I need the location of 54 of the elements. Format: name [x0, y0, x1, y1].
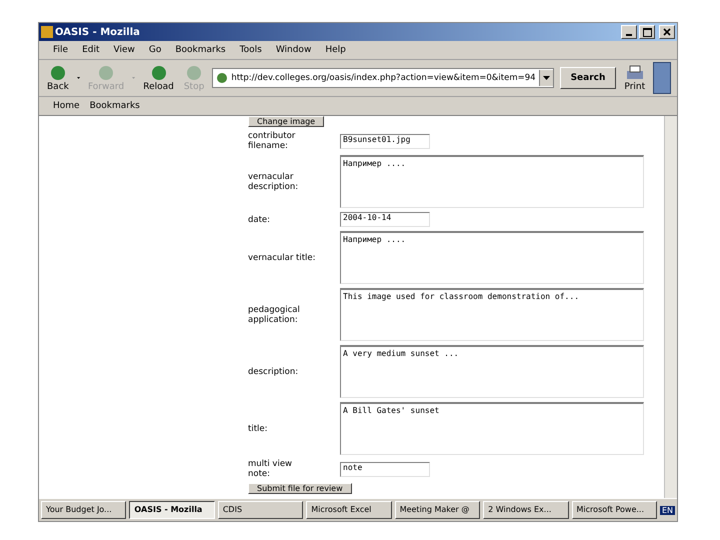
- taskbar-button[interactable]: Microsoft Powe...: [572, 501, 657, 519]
- scrollbar[interactable]: [664, 116, 677, 498]
- text-field[interactable]: note: [340, 462, 430, 476]
- page-icon: [216, 72, 228, 84]
- taskbar-button[interactable]: Meeting Maker @: [394, 501, 480, 519]
- close-icon: [663, 28, 671, 36]
- field-label: multi view note:: [248, 459, 293, 479]
- language-indicator[interactable]: EN: [660, 506, 675, 514]
- toolbar-button[interactable]: Reload: [141, 64, 176, 92]
- text-field[interactable]: B9sunset01.jpg: [340, 134, 430, 148]
- dropdown-button[interactable]: [538, 70, 553, 86]
- taskbar-button[interactable]: CDIS: [218, 501, 304, 519]
- field-label: vernacular title:: [248, 252, 316, 262]
- menu-item[interactable]: File: [53, 45, 68, 55]
- text-area[interactable]: This image used for classroom demonstration of...: [340, 288, 644, 341]
- printer-icon: [624, 64, 645, 82]
- text-area[interactable]: A Bill Gates' sunset: [340, 402, 644, 455]
- taskbar-button[interactable]: OASIS - Mozilla: [129, 501, 215, 519]
- address-field[interactable]: http://dev.colleges.org/oasis/index.php?action=view&item=0&item=94: [212, 68, 554, 88]
- caret-icon[interactable]: [76, 76, 80, 80]
- search-button[interactable]: Search: [560, 67, 616, 89]
- change-image-button[interactable]: Change image: [248, 116, 324, 127]
- text-field[interactable]: 2004-10-14: [340, 212, 430, 227]
- taskbar-button[interactable]: Microsoft Excel: [306, 501, 392, 519]
- toolbar-button[interactable]: Back: [45, 64, 71, 92]
- field-label: description:: [248, 366, 300, 376]
- field-label: contributor filename:: [248, 131, 296, 151]
- submit-button[interactable]: Submit file for review: [248, 483, 352, 494]
- logo-icon: [653, 62, 671, 94]
- menu-item[interactable]: View: [114, 45, 135, 55]
- menu-item[interactable]: Help: [325, 45, 346, 55]
- taskbar-button[interactable]: Your Budget Jo...: [41, 501, 126, 519]
- window-title: OASIS - Mozilla: [55, 26, 141, 38]
- text-area[interactable]: Например ....: [340, 155, 644, 208]
- caret-icon: [542, 76, 550, 80]
- field-label: pedagogical application:: [248, 304, 301, 324]
- close-button[interactable]: [659, 25, 675, 39]
- maximize-button[interactable]: [639, 25, 655, 39]
- bookmark-button[interactable]: Bookmarks: [90, 101, 140, 111]
- menu-item[interactable]: Bookmarks: [175, 45, 226, 55]
- text-area[interactable]: Например ....: [340, 231, 644, 284]
- field-label: title:: [248, 424, 268, 434]
- menu-item[interactable]: Go: [148, 45, 162, 55]
- field-label: date:: [248, 214, 272, 224]
- bookmark-button[interactable]: Home: [53, 101, 80, 111]
- text-area[interactable]: A very medium sunset ...: [340, 345, 644, 398]
- menu-item[interactable]: Edit: [82, 45, 100, 55]
- print-button[interactable]: Print: [622, 64, 648, 92]
- field-label: vernacular description:: [248, 172, 300, 192]
- taskbar-button[interactable]: 2 Windows Ex...: [483, 501, 569, 519]
- minimize-button[interactable]: [621, 25, 637, 39]
- menu-item[interactable]: Tools: [240, 45, 262, 55]
- app-icon: [41, 26, 53, 38]
- menu-item[interactable]: Window: [276, 45, 312, 55]
